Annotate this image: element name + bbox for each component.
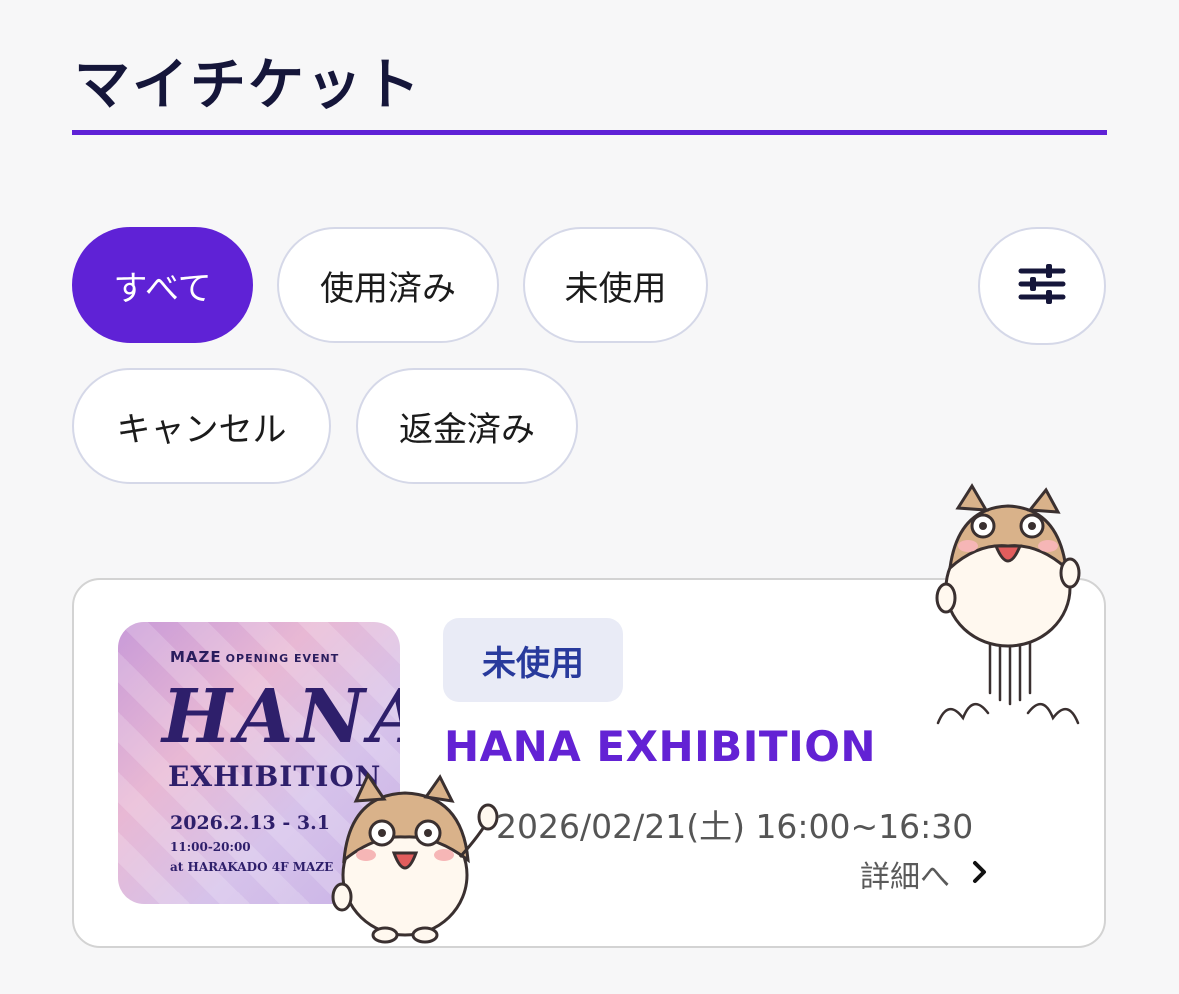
detail-link[interactable]: 詳細へ <box>860 852 988 896</box>
event-datetime: 2026/02/21(土) 16:00~16:30 <box>496 807 974 846</box>
thumbnail-headline: HANA <box>162 674 400 760</box>
thumbnail-brand: MAZE OPENING EVENT <box>170 648 340 666</box>
sliders-icon <box>1018 264 1066 308</box>
page-title: マイチケット <box>74 53 422 118</box>
status-badge: 未使用 <box>443 618 623 702</box>
hamster-sticker-jumping <box>928 468 1088 738</box>
filter-chip-refunded[interactable]: 返金済み <box>356 368 578 484</box>
hamster-sticker-pointing <box>330 765 500 945</box>
filter-chip-all[interactable]: すべて <box>72 227 253 343</box>
thumbnail-venue: at HARAKADO 4F MAZE <box>170 860 334 874</box>
filter-chip-used[interactable]: 使用済み <box>277 227 499 343</box>
event-title: HANA EXHIBITION <box>444 722 877 771</box>
filter-settings-button[interactable] <box>978 227 1106 345</box>
chevron-right-icon <box>950 857 988 892</box>
title-underline <box>72 130 1107 135</box>
detail-link-label: 詳細へ <box>860 860 950 895</box>
filter-chip-unused[interactable]: 未使用 <box>523 227 708 343</box>
thumbnail-dates: 2026.2.13 - 3.1 <box>170 812 330 834</box>
thumbnail-hours: 11:00-20:00 <box>170 840 251 854</box>
filter-chip-cancelled[interactable]: キャンセル <box>72 368 331 484</box>
